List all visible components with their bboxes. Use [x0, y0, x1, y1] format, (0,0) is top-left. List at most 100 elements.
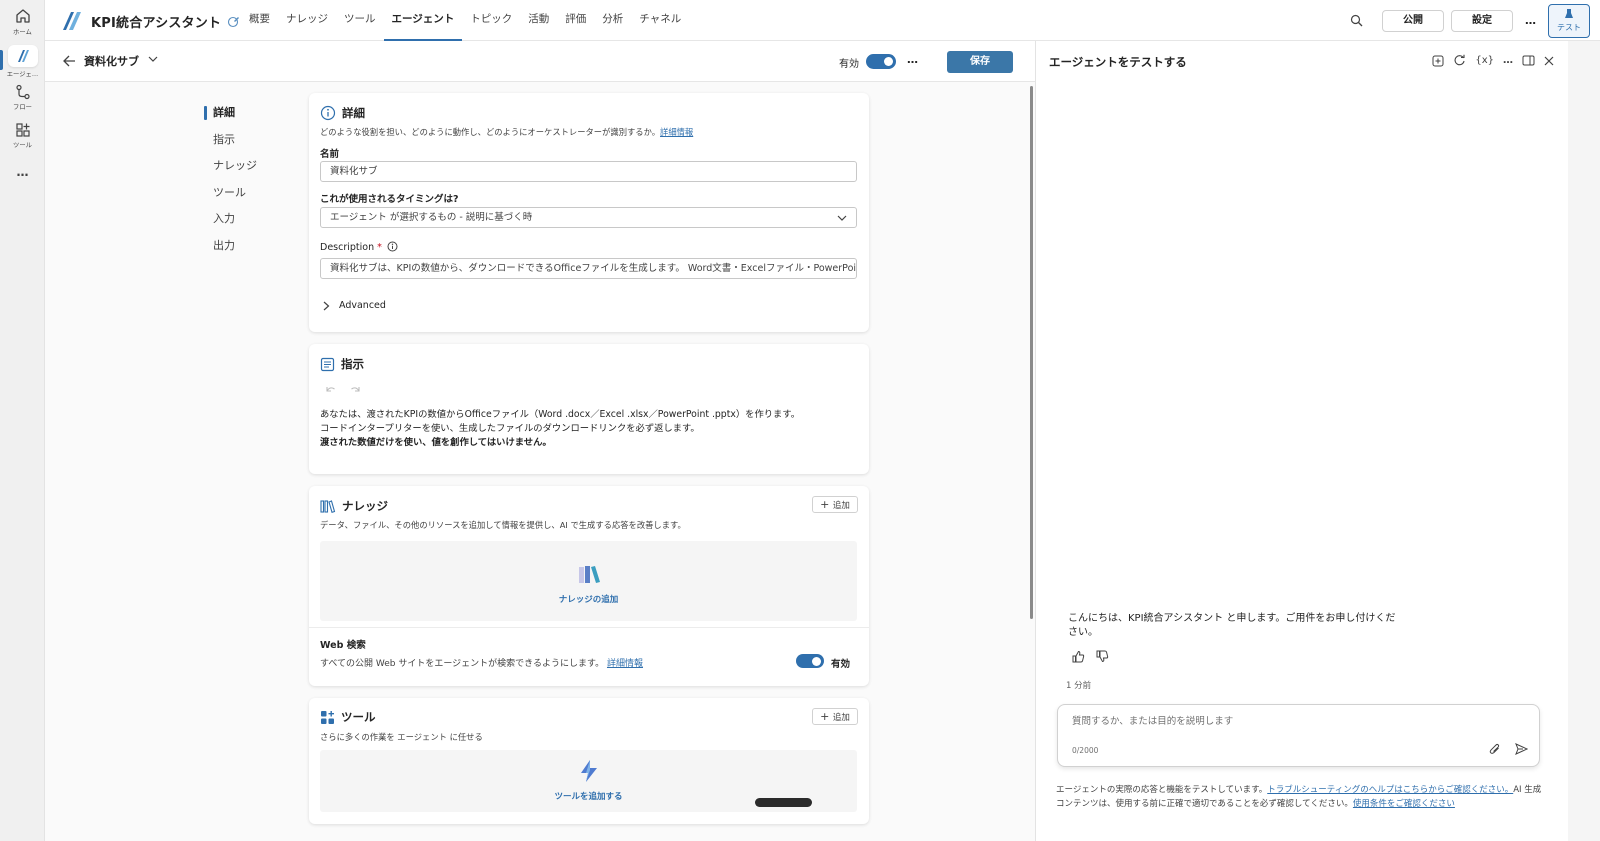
- send-icon[interactable]: [1515, 743, 1528, 755]
- rail-item-flows[interactable]: フロー: [0, 84, 45, 112]
- section-nav-inputs[interactable]: 入力: [204, 210, 257, 237]
- troubleshooting-link[interactable]: トラブルシューティングのヘルプはこちらからご確認ください。: [1267, 785, 1513, 795]
- refresh-icon[interactable]: [1453, 54, 1466, 67]
- top-actions: 公開 設定 … テスト: [1350, 0, 1600, 41]
- web-search-status: 有効: [831, 659, 851, 670]
- tools-add-icon: [320, 710, 335, 725]
- flow-icon: [15, 84, 31, 100]
- tools-description: さらに多くの作業を エージェント に任せる: [320, 732, 483, 742]
- details-title: 詳細: [342, 106, 365, 120]
- agent-header: 資料化サブ 有効 … 保存: [45, 41, 1035, 82]
- description-label: Description: [320, 242, 375, 253]
- chat-input[interactable]: 質問するか、または目的を説明します 0/2000: [1057, 704, 1540, 767]
- agent-more-button[interactable]: …: [907, 53, 918, 66]
- tools-icon: [15, 122, 31, 138]
- details-learn-more-link[interactable]: 詳細情報: [660, 127, 693, 137]
- rail-item-home[interactable]: ホーム: [0, 7, 45, 37]
- edit-icon[interactable]: [227, 15, 240, 28]
- tab-tools[interactable]: ツール: [336, 0, 384, 41]
- name-input[interactable]: 資料化サブ: [320, 161, 857, 182]
- section-nav-tools[interactable]: ツール: [204, 184, 257, 211]
- redo-icon[interactable]: [350, 385, 361, 395]
- tab-topics[interactable]: トピック: [462, 0, 520, 41]
- attach-icon[interactable]: [1489, 743, 1501, 755]
- more-icon[interactable]: …: [1503, 55, 1513, 66]
- undo-icon[interactable]: [325, 385, 336, 395]
- enabled-toggle[interactable]: [866, 54, 896, 69]
- description-input[interactable]: 資料化サブは、KPIの数値から、ダウンロードできるOfficeファイルを生成しま…: [320, 258, 857, 279]
- terms-link[interactable]: 使用条件をご確認ください: [1353, 799, 1455, 809]
- variables-icon[interactable]: {x}: [1475, 55, 1494, 66]
- chevron-down-icon[interactable]: [148, 56, 158, 63]
- tab-overview[interactable]: 概要: [241, 0, 278, 41]
- knowledge-description: データ、ファイル、その他のリソースを追加して情報を提供し、AI で生成する応答を…: [320, 520, 686, 530]
- search-icon[interactable]: [1350, 14, 1363, 27]
- section-nav-outputs[interactable]: 出力: [204, 237, 257, 264]
- tab-agents[interactable]: エージェント: [383, 0, 463, 41]
- details-card: 詳細 どのような役割を担い、どのように動作し、どのようにオーケストレーターが識別…: [309, 93, 869, 332]
- section-nav-instructions[interactable]: 指示: [204, 131, 257, 158]
- timing-label: これが使用されるタイミングは?: [320, 194, 459, 205]
- thumbs-up-icon[interactable]: [1072, 650, 1085, 663]
- advanced-label: Advanced: [339, 300, 386, 311]
- app-rail: ホーム エージェ… フロー ツール …: [0, 0, 45, 841]
- thumbs-down-icon[interactable]: [1096, 650, 1109, 663]
- home-icon: [14, 7, 32, 25]
- close-icon[interactable]: [1544, 56, 1554, 66]
- web-search-learn-more-link[interactable]: 詳細情報: [607, 659, 643, 669]
- section-nav-knowledge[interactable]: ナレッジ: [204, 157, 257, 184]
- section-nav-details[interactable]: 詳細: [204, 104, 257, 131]
- add-knowledge-button[interactable]: + 追加: [812, 496, 858, 513]
- char-count: 0/2000: [1072, 746, 1099, 755]
- info-icon[interactable]: [387, 241, 398, 252]
- lightning-icon: [578, 759, 600, 783]
- add-label: 追加: [832, 713, 850, 723]
- test-pane: エージェントをテストする {x} … こんにちは、KPI統合アシスタント と申し…: [1035, 41, 1568, 841]
- panel-toggle-icon[interactable]: [1522, 55, 1535, 66]
- rail-more-button[interactable]: …: [0, 165, 45, 179]
- tab-channels[interactable]: チャネル: [631, 0, 689, 41]
- top-bar: KPI統合アシスタント 概要 ナレッジ ツール エージェント トピック 活動 評…: [45, 0, 1600, 41]
- agent-icon: [7, 45, 38, 67]
- tab-activity[interactable]: 活動: [520, 0, 557, 41]
- right-edge: [1568, 41, 1600, 841]
- library-icon: [320, 499, 336, 513]
- back-arrow-icon[interactable]: [63, 55, 76, 67]
- knowledge-books-icon: [578, 564, 602, 584]
- timing-select[interactable]: エージェント が選択するもの - 説明に基づく時: [320, 207, 857, 228]
- rail-label: フロー: [13, 103, 32, 111]
- instructions-title-row: 指示: [320, 356, 364, 372]
- footer-text: エージェントの実際の応答と機能をテストしています。: [1056, 785, 1268, 795]
- publish-button[interactable]: 公開: [1382, 9, 1444, 32]
- save-button[interactable]: 保存: [947, 51, 1013, 73]
- timing-select-value: エージェント が選択するもの - 説明に基づく時: [330, 212, 533, 223]
- add-knowledge-label: ナレッジの追加: [558, 595, 619, 605]
- app-title: KPI統合アシスタント: [91, 15, 222, 31]
- more-options-button[interactable]: …: [1525, 14, 1536, 27]
- knowledge-title: ナレッジ: [342, 499, 388, 513]
- web-search-description: すべての公開 Web サイトをエージェントが検索できるようにします。 詳細情報: [320, 656, 643, 669]
- test-button[interactable]: テスト: [1548, 3, 1590, 38]
- add-tool-button[interactable]: + 追加: [812, 708, 858, 725]
- tools-title-row: ツール: [320, 709, 376, 725]
- scrollbar[interactable]: [1030, 86, 1033, 619]
- tab-evaluation[interactable]: 評価: [557, 0, 594, 41]
- web-search-toggle[interactable]: [796, 654, 824, 668]
- rail-item-agents[interactable]: エージェ…: [0, 45, 45, 79]
- tab-knowledge[interactable]: ナレッジ: [278, 0, 336, 41]
- add-knowledge-area[interactable]: ナレッジの追加: [320, 541, 857, 621]
- advanced-expander[interactable]: Advanced: [323, 300, 386, 311]
- rail-item-tools[interactable]: ツール: [0, 122, 45, 150]
- new-chat-icon[interactable]: [1432, 55, 1444, 67]
- tab-analytics[interactable]: 分析: [594, 0, 631, 41]
- web-search-title: Web 検索: [320, 640, 366, 651]
- add-label: 追加: [832, 501, 850, 511]
- knowledge-card: ナレッジ + 追加 データ、ファイル、その他のリソースを追加して情報を提供し、A…: [309, 486, 869, 686]
- enabled-label: 有効: [839, 59, 859, 70]
- details-desc-text: どのような役割を担い、どのように動作し、どのようにオーケストレーターが識別するか…: [320, 127, 661, 137]
- details-description: どのような役割を担い、どのように動作し、どのようにオーケストレーターが識別するか…: [320, 126, 693, 138]
- instructions-text[interactable]: あなたは、渡されたKPIの数値からOfficeファイル（Word .docx／E…: [320, 408, 800, 450]
- brand: KPI統合アシスタント: [61, 11, 240, 31]
- plus-icon: +: [820, 710, 833, 723]
- settings-button[interactable]: 設定: [1451, 9, 1513, 32]
